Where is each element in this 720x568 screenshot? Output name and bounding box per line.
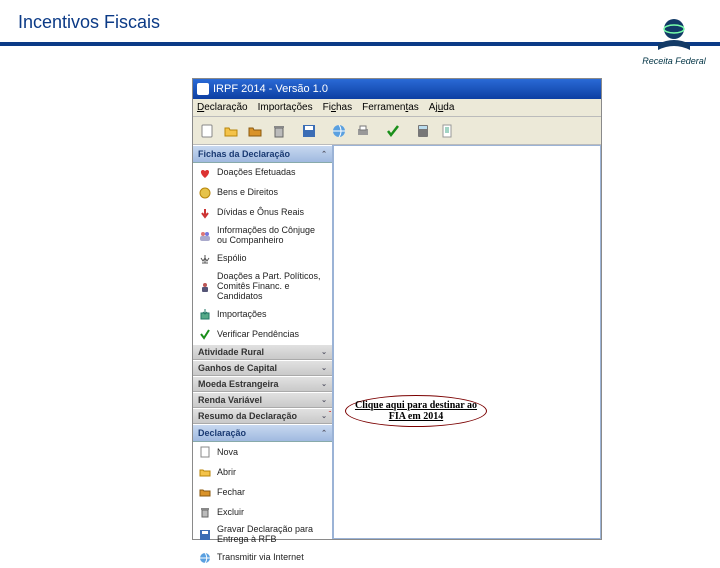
sidebar: Fichas da Declaração ⌃ Doações Efetuadas… [193, 145, 333, 539]
content-area [333, 145, 601, 539]
save-icon [198, 528, 212, 542]
chevron-icon: ⌄ [321, 348, 327, 356]
ficha-conjuge[interactable]: Informações do Cônjuge ou Companheiro [193, 223, 332, 249]
tb-print[interactable] [352, 120, 374, 142]
down-arrow-icon [198, 206, 212, 220]
tb-new[interactable] [196, 120, 218, 142]
chevron-icon: ⌄ [321, 396, 327, 404]
ficha-label: Dívidas e Ônus Reais [217, 208, 304, 218]
chevron-icon: ⌄ [321, 364, 327, 372]
decl-transmitir[interactable]: Transmitir via Internet [193, 548, 332, 568]
ficha-label: Importações [217, 310, 267, 320]
people-icon [198, 229, 212, 243]
new-doc-icon [198, 445, 212, 459]
fichas-header-label: Fichas da Declaração [198, 149, 290, 159]
chevron-up-icon: ⌃ [321, 429, 327, 437]
decl-label: Gravar Declaração para Entrega à RFB [217, 525, 327, 545]
app-window: IRPF 2014 - Versão 1.0 Declaração Import… [192, 78, 602, 540]
divider [0, 42, 720, 46]
titlebar-text: IRPF 2014 - Versão 1.0 [213, 83, 328, 95]
tb-receipt[interactable] [436, 120, 458, 142]
ficha-doacoes-efetuadas[interactable]: Doações Efetuadas [193, 163, 332, 183]
sec-label: Renda Variável [198, 395, 262, 405]
ficha-espolio[interactable]: Espólio [193, 249, 332, 269]
ficha-label: Espólio [217, 254, 247, 264]
sec-resumo-declaracao[interactable]: Resumo da Declaração ⌄ [193, 408, 332, 424]
tb-delete[interactable] [268, 120, 290, 142]
sec-atividade-rural[interactable]: Atividade Rural ⌄ [193, 344, 332, 360]
trash-icon [198, 505, 212, 519]
tb-open[interactable] [220, 120, 242, 142]
ficha-label: Informações do Cônjuge ou Companheiro [217, 226, 327, 246]
menu-declaracao[interactable]: Declaração [197, 102, 248, 113]
brand-logo: Receita Federal [628, 0, 720, 80]
tb-check[interactable] [382, 120, 404, 142]
receita-federal-icon [654, 14, 694, 54]
tb-calc[interactable] [412, 120, 434, 142]
ficha-label: Doações Efetuadas [217, 168, 296, 178]
sec-label: Atividade Rural [198, 347, 264, 357]
declaracao-list: Nova Abrir Fechar Excluir Gravar Declara… [193, 442, 332, 568]
folder-open-icon [198, 465, 212, 479]
tb-save[interactable] [298, 120, 320, 142]
chevron-icon: ⌄ [321, 380, 327, 388]
sec-ganhos-capital[interactable]: Ganhos de Capital ⌄ [193, 360, 332, 376]
menu-fichas[interactable]: Fichas [323, 102, 352, 113]
fichas-list: Doações Efetuadas Bens e Direitos Dívida… [193, 163, 332, 344]
declaracao-header[interactable]: Declaração ⌃ [193, 424, 332, 442]
decl-gravar[interactable]: Gravar Declaração para Entrega à RFB [193, 522, 332, 548]
page-title: Incentivos Fiscais [18, 12, 160, 33]
app-icon [197, 83, 209, 95]
decl-nova[interactable]: Nova [193, 442, 332, 462]
ficha-label: Verificar Pendências [217, 330, 299, 340]
fichas-header[interactable]: Fichas da Declaração ⌃ [193, 145, 332, 163]
brand-text: Receita Federal [642, 56, 706, 66]
tb-transmit[interactable] [328, 120, 350, 142]
toolbar [193, 117, 601, 145]
decl-label: Excluir [217, 508, 244, 518]
decl-fechar[interactable]: Fechar [193, 482, 332, 502]
menu-ajuda[interactable]: Ajuda [429, 102, 455, 113]
decl-label: Fechar [217, 488, 245, 498]
menubar: Declaração Importações Fichas Ferramenta… [193, 99, 601, 117]
ficha-dividas[interactable]: Dívidas e Ônus Reais [193, 203, 332, 223]
scale-icon [198, 252, 212, 266]
sec-label: Moeda Estrangeira [198, 379, 279, 389]
declaracao-header-label: Declaração [198, 428, 246, 438]
folder-close-icon [198, 485, 212, 499]
ficha-label: Bens e Direitos [217, 188, 278, 198]
app-body: Fichas da Declaração ⌃ Doações Efetuadas… [193, 145, 601, 539]
callout-bubble: Clique aqui para destinar ao FIA em 2014 [345, 395, 487, 427]
decl-label: Nova [217, 448, 238, 458]
decl-label: Transmitir via Internet [217, 553, 304, 563]
heart-icon [198, 166, 212, 180]
chevron-up-icon: ⌃ [321, 150, 327, 158]
globe-icon [198, 551, 212, 565]
ficha-label: Doações a Part. Políticos, Comitês Finan… [217, 272, 327, 302]
sec-moeda-estrangeira[interactable]: Moeda Estrangeira ⌄ [193, 376, 332, 392]
ficha-bens-direitos[interactable]: Bens e Direitos [193, 183, 332, 203]
ficha-verificar[interactable]: Verificar Pendências [193, 324, 332, 344]
ficha-importacoes[interactable]: Importações [193, 304, 332, 324]
check-icon [198, 327, 212, 341]
menu-ferramentas[interactable]: Ferramentas [362, 102, 419, 113]
person-icon [198, 280, 212, 294]
decl-label: Abrir [217, 468, 236, 478]
sec-renda-variavel[interactable]: Renda Variável ⌄ [193, 392, 332, 408]
sec-label: Resumo da Declaração [198, 411, 297, 421]
slide-header: Incentivos Fiscais Receita Federal [0, 0, 720, 55]
import-icon [198, 307, 212, 321]
decl-abrir[interactable]: Abrir [193, 462, 332, 482]
menu-importacoes[interactable]: Importações [258, 102, 313, 113]
chevron-icon: ⌄ [321, 412, 327, 420]
coin-icon [198, 186, 212, 200]
callout-text: Clique aqui para destinar ao FIA em 2014 [346, 400, 486, 422]
tb-close[interactable] [244, 120, 266, 142]
sec-label: Ganhos de Capital [198, 363, 277, 373]
ficha-doacoes-politicos[interactable]: Doações a Part. Políticos, Comitês Finan… [193, 269, 332, 305]
decl-excluir[interactable]: Excluir [193, 502, 332, 522]
titlebar: IRPF 2014 - Versão 1.0 [193, 79, 601, 99]
